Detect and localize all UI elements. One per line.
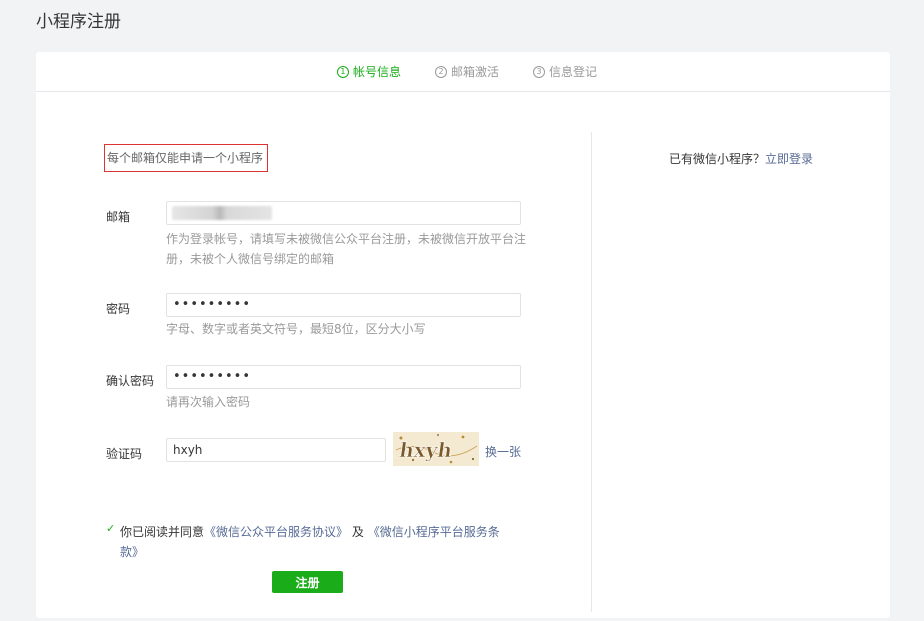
captcha-label: 验证码 [106,447,143,461]
password-help: 字母、数字或者英文符号，最短8位，区分大小写 [166,322,426,336]
step-indicator: 1 帐号信息 2 邮箱激活 3 信息登记 [36,52,890,92]
step-number: 1 [336,65,349,78]
agreement-prefix: 你已阅读并同意 [120,525,205,539]
email-help: 作为登录帐号，请填写未被微信公众平台注册，未被微信开放平台注册，未被个人微信号绑… [166,232,527,266]
registration-card: 1 帐号信息 2 邮箱激活 3 信息登记 每个邮箱仅能申请一个小程序 已有微信小… [36,52,890,618]
public-platform-agreement-link[interactable]: 《微信公众平台服务协议》 [204,525,348,539]
password-input[interactable]: ••••••••• [166,293,521,317]
step-number: 3 [533,65,545,78]
step-number: 2 [434,65,447,78]
confirm-password-label: 确认密码 [106,374,155,388]
agreement: ✓ 你已阅读并同意《微信公众平台服务协议》 及 《微信小程序平台服务条款》 [106,522,506,562]
captcha-image-graphic: hxyh [395,434,478,464]
login-hint: 已有微信小程序？立即登录 [669,150,813,167]
login-link[interactable]: 立即登录 [765,152,813,166]
confirm-password-help: 请再次输入密码 [166,395,251,409]
email-limit-notice: 每个邮箱仅能申请一个小程序 [104,144,268,172]
login-hint-text: 已有微信小程序？ [669,152,766,166]
password-label: 密码 [106,302,131,316]
agreement-checkbox[interactable]: ✓ [106,523,116,534]
email-label: 邮箱 [106,210,131,224]
step-info-registration: 3 信息登记 [533,63,597,80]
step-label: 信息登记 [549,65,598,79]
register-button[interactable]: 注册 [272,571,343,593]
vertical-divider [591,132,592,612]
step-label: 帐号信息 [352,65,401,79]
captcha-input[interactable]: hxyh [166,438,386,462]
confirm-password-input[interactable]: ••••••••• [166,365,521,389]
agreement-middle: 及 [351,525,364,539]
agreement-text: 你已阅读并同意《微信公众平台服务协议》 及 《微信小程序平台服务条款》 [106,522,506,562]
step-account-info: 1 帐号信息 [336,63,401,80]
captcha-image[interactable]: hxyh [393,432,479,466]
step-label: 邮箱激活 [450,65,499,79]
page-title: 小程序注册 [36,12,121,32]
email-redacted-value [172,206,272,220]
step-email-activation: 2 邮箱激活 [434,63,499,80]
captcha-refresh-link[interactable]: 换一张 [485,443,521,460]
captcha-text: hxyh [398,438,454,462]
